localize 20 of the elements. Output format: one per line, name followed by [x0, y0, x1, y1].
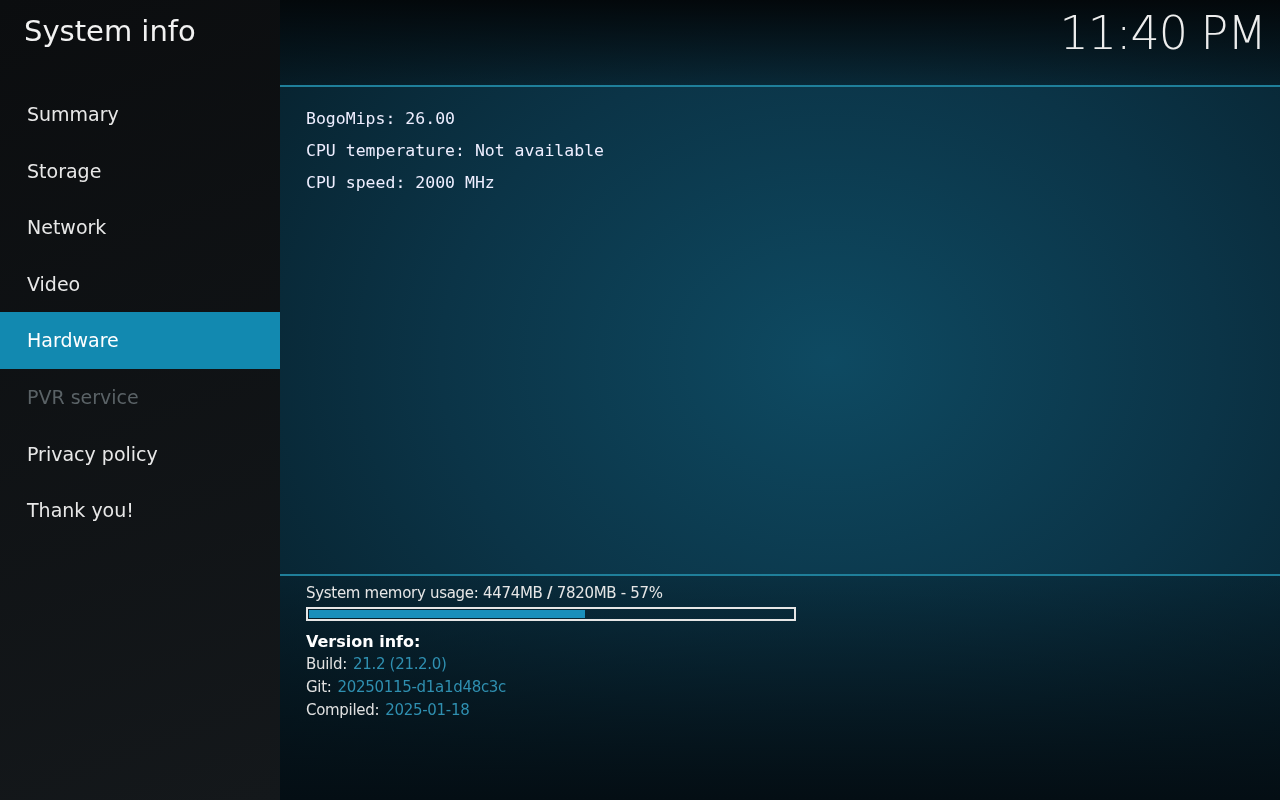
info-line: BogoMips: 26.00 — [306, 108, 456, 130]
sidebar-item[interactable]: Summary — [0, 86, 280, 143]
sidebar-item[interactable]: Storage — [0, 142, 280, 200]
sidebar-item[interactable]: Hardware — [0, 312, 280, 369]
version-label: Git: — [306, 677, 332, 698]
version-value: 2025-01-18 — [385, 700, 470, 721]
version-value: 20250115-d1a1d48c3c — [337, 677, 507, 698]
window-title: System info — [23, 13, 197, 50]
sidebar-item[interactable]: Network — [0, 199, 280, 256]
version-heading: Version info: — [306, 631, 422, 653]
info-line: CPU temperature: Not available — [306, 140, 605, 162]
sidebar-item[interactable]: Privacy policy — [0, 425, 280, 483]
version-value: 21.2 (21.2.0) — [352, 654, 447, 675]
clock: 11:40 PM — [1059, 5, 1267, 62]
version-label: Build: — [306, 654, 347, 675]
sidebar-item[interactable]: Thank you! — [0, 482, 280, 539]
memory-usage-text: System memory usage: 4474MB / 7820MB - 57% — [306, 583, 664, 603]
version-label: Compiled: — [306, 700, 380, 721]
sidebar-item[interactable]: Video — [0, 255, 280, 313]
info-line: CPU speed: 2000 MHz — [306, 172, 496, 194]
